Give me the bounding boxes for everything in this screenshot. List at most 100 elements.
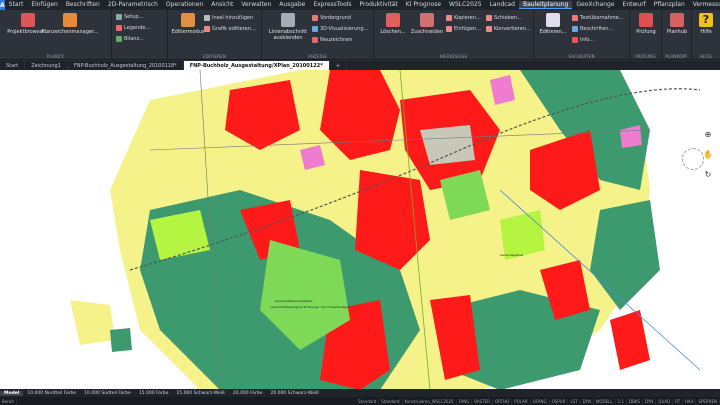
status-toggle[interactable]: RT (673, 398, 684, 404)
menu-item-2d-parametrisch[interactable]: 2D-Parametrisch (104, 1, 162, 9)
status-toggle[interactable]: DYN (643, 398, 657, 404)
document-tab[interactable]: Zeichnung1 (25, 61, 68, 70)
planhub-button[interactable]: Planhub (663, 13, 691, 35)
document-tabs: Start Zeichnung1 FNP-Buchholz_Ausgestaltun… (0, 61, 720, 70)
status-toggle[interactable]: FANG (457, 398, 473, 404)
status-toggle[interactable]: 1:1 (616, 398, 627, 404)
status-toggle[interactable]: LST (568, 398, 581, 404)
panel-planzv-small: Setup... Legende... Bilanz... (112, 10, 168, 60)
menu-item-operationen[interactable]: Operationen (162, 1, 207, 9)
neuzeichnen-label: Neuzeichnen (320, 37, 353, 43)
status-toggle[interactable]: DYN (581, 398, 594, 404)
pan-icon[interactable]: ✋ (703, 150, 713, 160)
document-tab-label: FNP-Buchholz_Ausgestaltung/XPlan_2010012… (189, 62, 323, 69)
menu-item-start[interactable]: Start (5, 1, 28, 9)
loeschen-button[interactable]: Löschen... (380, 13, 406, 35)
status-toggle[interactable]: DBKS (627, 398, 643, 404)
menu-item-ansicht[interactable]: Ansicht (207, 1, 237, 9)
pruefung-button[interactable]: Prüfung (632, 13, 660, 35)
linienabschnitt-button[interactable]: Linienabschnitt ausblenden (266, 13, 310, 41)
konvertieren-button[interactable]: Konvertieren... (486, 25, 531, 33)
panel-hilfe: ? Hilfe HILFE (692, 10, 720, 60)
editieren-button[interactable]: Editieren... (538, 13, 568, 35)
document-tab[interactable]: FNP-Buchholz_Ausgestaltung_20100118* (68, 61, 184, 70)
panel-pruefung: Prüfung PRÜFUNG (630, 10, 662, 60)
status-toggle[interactable]: POLAR (512, 398, 531, 404)
einfuegen-button[interactable]: Einfügen... (446, 25, 481, 33)
planzeichenmanager-label: Planzeichenmanager... (41, 29, 99, 35)
orbit-icon[interactable]: ↻ (703, 170, 713, 180)
status-toggle[interactable]: RASTER (472, 398, 493, 404)
zuschneiden-button[interactable]: Zuschneiden (410, 13, 444, 35)
editiermodus-button[interactable]: Editiermodus (170, 13, 206, 35)
bilanz-label: Bilanz... (124, 36, 144, 42)
menu-item-entwurf[interactable]: Entwurf (619, 1, 650, 9)
menu-item-vermessung[interactable]: Vermessung (689, 1, 720, 9)
menu-item-ausgabe[interactable]: Ausgabe (275, 1, 309, 9)
status-bar: Bereit Standard Standard Konstruieren_WSLC… (0, 397, 720, 405)
menu-item-landcad[interactable]: Landcad (486, 1, 519, 9)
status-toggle[interactable]: Konstruieren_WSLC2025 (403, 398, 457, 404)
panel-title-anzeige: ANZEIGE (307, 54, 328, 59)
hilfe-button[interactable]: ? Hilfe (693, 13, 719, 35)
schieben-button[interactable]: Schieben... (486, 14, 522, 22)
status-toggle[interactable]: SPERREN (696, 398, 720, 404)
insel-hinzufuegen-button[interactable]: Insel hinzufügen (204, 14, 253, 22)
menu-item-beschriften[interactable]: Beschriften (62, 1, 104, 9)
layout-tab[interactable]: 20.000 Farbe (229, 391, 267, 396)
status-toggle[interactable]: QUAD (656, 398, 674, 404)
zoom-icon[interactable]: ⊕ (703, 130, 713, 140)
status-toggle[interactable]: OFANG (531, 398, 550, 404)
status-toggle[interactable]: Standard (356, 398, 380, 404)
document-tab[interactable]: Start (0, 61, 26, 70)
status-toggle[interactable]: OSPUR (550, 398, 569, 404)
menu-item-pflanzplan[interactable]: Pflanzplan (650, 1, 689, 9)
panel-title-sachdaten: SACHDATEN (568, 54, 595, 59)
panel-title-werkzeuge: WERKZEUGE (439, 54, 468, 59)
help-icon: ? (699, 13, 713, 27)
layout-tab[interactable]: Model (0, 390, 24, 396)
layout-tab[interactable]: 15.000 Schwarz-Weiß (172, 391, 229, 396)
status-toggles: Standard Standard Konstruieren_WSLC2025 FAN… (356, 398, 720, 404)
vordergrund-label: Vordergrund (320, 15, 352, 21)
bilanz-button[interactable]: Bilanz... (116, 35, 144, 43)
status-toggle[interactable]: HKA (683, 398, 697, 404)
document-tab[interactable]: FNP-Buchholz_Ausgestaltung/XPlan_2010012… (183, 61, 330, 70)
kopieren-button[interactable]: Kopieren... (446, 14, 481, 22)
info-button[interactable]: Info... (572, 36, 594, 44)
status-toggle[interactable]: Standard (379, 398, 403, 404)
document-tab-label: Zeichnung1 (31, 62, 61, 69)
grafik-editieren-button[interactable]: Grafik editieren... (204, 25, 256, 33)
panel-title-editieren: EDITIEREN (202, 54, 227, 59)
menu-item-verwalten[interactable]: Verwalten (237, 1, 275, 9)
menu-item-einf-gen[interactable]: Einfügen (27, 1, 61, 9)
document-tab-label: FNP-Buchholz_Ausgestaltung_20100118* (73, 62, 177, 69)
planzeichenmanager-button[interactable]: Planzeichenmanager... (42, 13, 98, 35)
menu-item-ki-prognose[interactable]: KI Prognose (402, 1, 445, 9)
status-toggle[interactable]: ORTHO (493, 398, 513, 404)
setup-button[interactable]: Setup... (116, 13, 143, 21)
menu-item-produktivit-t[interactable]: Produktivität (356, 1, 402, 9)
neuzeichnen-button[interactable]: Neuzeichnen (312, 36, 352, 44)
panel-anzeige: Linienabschnitt ausblenden Vordergrund 3… (262, 10, 374, 60)
layout-tab[interactable]: 20.000 Schwarz-Weiß (267, 391, 324, 396)
status-toggle[interactable]: MODELL (594, 398, 616, 404)
layout-tab[interactable]: 10.000 Nordteil Farbe (23, 391, 80, 396)
legende-button[interactable]: Legende... (116, 24, 150, 32)
panel-planzv: Projektbrowser... Planzeichenmanager... … (0, 10, 112, 60)
new-tab-button[interactable]: + (330, 61, 348, 70)
layout-tab[interactable]: 10.000 Südteil Farbe (80, 391, 135, 396)
planhub-label: Planhub (666, 29, 688, 35)
textuebernahme-button[interactable]: Textübernahme... (572, 14, 624, 22)
vordergrund-button[interactable]: Vordergrund (312, 14, 351, 22)
drawing-canvas[interactable]: Landschaftsschutzgebiet Landschaftsbezog… (0, 70, 720, 390)
3d-visualisierung-button[interactable]: 3D-Visualisierung... (312, 25, 368, 33)
menu-item-wslc2025[interactable]: WSLC2025 (445, 1, 486, 9)
menu-item-geoxchange[interactable]: GeoXchange (572, 1, 618, 9)
map-region-west-fragment-2 (110, 328, 132, 352)
beschriften-button[interactable]: Beschriften... (572, 25, 613, 33)
panel-sachdaten: Editieren... Textübernahme... Beschrifte… (534, 10, 630, 60)
menu-item-bauleitplanung[interactable]: Bauleitplanung (518, 1, 573, 9)
layout-tab[interactable]: 15.000 Farbe (135, 391, 173, 396)
menu-item-expresstools[interactable]: ExpressTools (309, 1, 355, 9)
